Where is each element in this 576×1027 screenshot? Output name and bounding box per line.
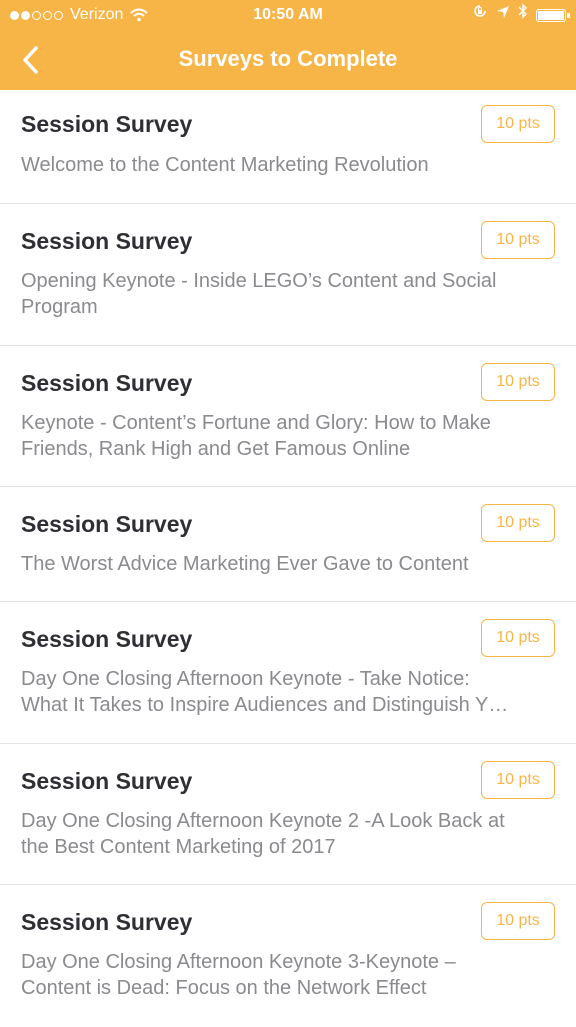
points-badge: 10 pts xyxy=(481,619,555,657)
battery-icon xyxy=(536,8,570,22)
survey-title: Session Survey xyxy=(21,511,193,537)
survey-title: Session Survey xyxy=(21,111,193,137)
survey-subtitle: The Worst Advice Marketing Ever Gave to … xyxy=(21,553,469,575)
survey-subtitle: Day One Closing Afternoon Keynote 2 -A L… xyxy=(21,808,546,860)
survey-subtitle: Day One Closing Afternoon Keynote - Take… xyxy=(21,666,546,718)
survey-subtitle-line: What It Takes to Inspire Audiences and D… xyxy=(21,694,509,716)
nav-bar: Surveys to Complete xyxy=(0,30,576,90)
survey-title: Session Survey xyxy=(21,228,193,254)
rotation-lock-icon xyxy=(472,0,488,30)
survey-title: Session Survey xyxy=(21,909,193,935)
location-arrow-icon xyxy=(496,0,510,30)
survey-subtitle: Opening Keynote - Inside LEGO’s Content … xyxy=(21,268,546,320)
points-badge: 10 pts xyxy=(481,504,555,542)
page-title: Surveys to Complete xyxy=(178,46,398,71)
points-badge: 10 pts xyxy=(481,761,555,799)
list-item[interactable]: Session Survey The Worst Advice Marketin… xyxy=(0,487,576,602)
app-header: Verizon 10:50 AM Surveys to Complete xyxy=(0,0,576,90)
survey-subtitle-line: Friends, Rank High and Get Famous Online xyxy=(21,438,411,460)
survey-subtitle-line: the Best Content Marketing of 2017 xyxy=(21,836,336,858)
points-badge: 10 pts xyxy=(481,105,555,143)
survey-subtitle-line: Program xyxy=(21,296,98,318)
survey-subtitle-line: Day One Closing Afternoon Keynote 3-Keyn… xyxy=(21,951,456,973)
survey-subtitle-line: Keynote - Content’s Fortune and Glory: H… xyxy=(21,412,491,434)
survey-title: Session Survey xyxy=(21,626,193,652)
points-badge: 10 pts xyxy=(481,221,555,259)
points-badge: 10 pts xyxy=(481,363,555,401)
points-badge: 10 pts xyxy=(481,902,555,940)
survey-subtitle: Day One Closing Afternoon Keynote 3-Keyn… xyxy=(21,949,546,1001)
list-item[interactable]: Session Survey Opening Keynote - Inside … xyxy=(0,204,576,346)
list-item[interactable]: Session Survey Keynote - Content’s Fortu… xyxy=(0,346,576,487)
list-item[interactable]: Session Survey Day One Closing Afternoon… xyxy=(0,885,576,1027)
survey-title: Session Survey xyxy=(21,768,193,794)
survey-subtitle-line: Content is Dead: Focus on the Network Ef… xyxy=(21,977,427,999)
survey-list: Session Survey Welcome to the Content Ma… xyxy=(0,90,576,1027)
list-item[interactable]: Session Survey Welcome to the Content Ma… xyxy=(0,90,576,204)
survey-subtitle: Keynote - Content’s Fortune and Glory: H… xyxy=(21,410,546,462)
status-right xyxy=(472,0,570,30)
survey-subtitle-line: Day One Closing Afternoon Keynote - Take… xyxy=(21,668,470,690)
survey-subtitle: Welcome to the Content Marketing Revolut… xyxy=(21,154,429,176)
bluetooth-icon xyxy=(518,0,528,30)
list-item[interactable]: Session Survey Day One Closing Afternoon… xyxy=(0,744,576,885)
list-item[interactable]: Session Survey Day One Closing Afternoon… xyxy=(0,602,576,744)
survey-title: Session Survey xyxy=(21,370,193,396)
status-bar: Verizon 10:50 AM xyxy=(0,0,576,30)
survey-subtitle-line: Opening Keynote - Inside LEGO’s Content … xyxy=(21,270,497,292)
survey-subtitle-line: Day One Closing Afternoon Keynote 2 -A L… xyxy=(21,810,505,832)
